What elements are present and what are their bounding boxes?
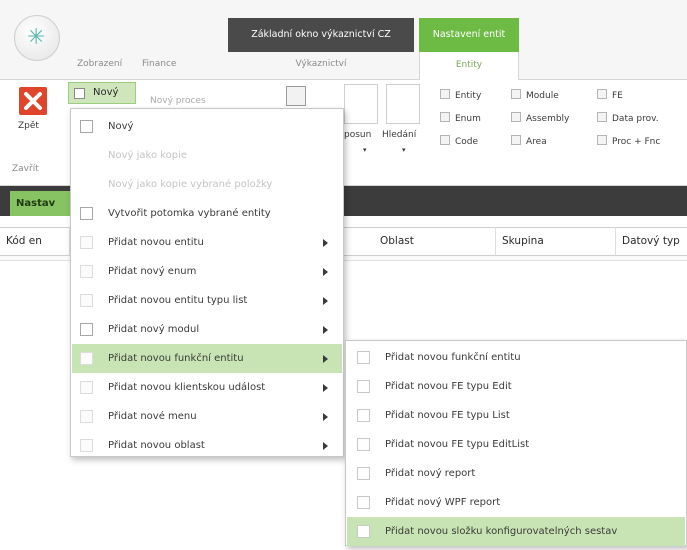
menu-item-pridat-funkcni-entitu[interactable]: Přidat novou funkční entitu — [72, 344, 342, 373]
submenu-arrow-icon — [323, 442, 328, 450]
menu-item-pridat-klientskou-udalost[interactable]: Přidat novou klientskou událost — [72, 373, 342, 402]
posun-dropdown-icon[interactable]: ▾ — [363, 146, 367, 154]
menu-item-pridat-entitu-list[interactable]: Přidat novou entitu typu list — [72, 286, 342, 315]
filter-checkbox-code[interactable]: Code — [440, 135, 478, 149]
new-split-button[interactable]: Nový — [68, 82, 136, 104]
settings-tab-group-title: Nastavení entit — [419, 18, 519, 52]
fe-edit-icon — [357, 380, 370, 393]
document-tab-nastaveni[interactable]: Nastav — [10, 191, 70, 216]
hledani-label: Hledání — [382, 130, 417, 140]
close-icon[interactable] — [18, 86, 48, 116]
submenu-arrow-icon — [323, 355, 328, 363]
filter-checkbox-fe[interactable]: FE — [597, 89, 623, 103]
submenu-arrow-icon — [323, 384, 328, 392]
menu-item-pridat-enum[interactable]: Přidat nový enum — [72, 257, 342, 286]
submenu-item-wpf-report[interactable]: Přidat nový WPF report — [347, 488, 685, 517]
submenu-item-fe-editlist[interactable]: Přidat novou FE typu EditList — [347, 430, 685, 459]
child-entity-icon — [80, 207, 93, 220]
menu-item-pridat-oblast[interactable]: Přidat novou oblast — [72, 431, 342, 460]
menu-item-pridat-entitu[interactable]: Přidat novou entitu — [72, 228, 342, 257]
filter-checkbox-area[interactable]: Area — [511, 135, 547, 149]
function-entity-icon — [80, 352, 93, 365]
submenu-arrow-icon — [323, 239, 328, 247]
new-document-icon — [80, 120, 93, 133]
enum-icon — [80, 265, 93, 278]
submenu-arrow-icon — [323, 326, 328, 334]
submenu-item-fe-list[interactable]: Přidat novou FE typu List — [347, 401, 685, 430]
area-icon — [80, 439, 93, 452]
filter-checkbox-assembly[interactable]: Assembly — [511, 112, 569, 126]
column-header-kod[interactable]: Kód en — [0, 227, 70, 256]
menu-item-novy[interactable]: Nový — [72, 112, 342, 141]
filter-checkbox-data-prov[interactable]: Data prov. — [597, 112, 659, 126]
new-dropdown-menu: Nový Nový jako kopie Nový jako kopie vyb… — [70, 108, 344, 457]
checkbox-icon — [440, 89, 450, 99]
function-entity-submenu: Přidat novou funkční entitu Přidat novou… — [345, 340, 687, 546]
column-header-oblast[interactable]: Oblast — [374, 227, 496, 256]
tab-entity[interactable]: Entity — [419, 52, 519, 81]
function-entity-icon — [357, 351, 370, 364]
entity-icon — [80, 236, 93, 249]
tab-vykaznictvi[interactable]: Výkaznictví — [228, 52, 414, 76]
checkbox-icon — [597, 112, 607, 122]
list-entity-icon — [80, 294, 93, 307]
filter-checkbox-proc-fnc[interactable]: Proc + Fnc — [597, 135, 660, 149]
submenu-item-fe-edit[interactable]: Přidat novou FE typu Edit — [347, 372, 685, 401]
wpf-report-icon — [357, 496, 370, 509]
close-button-label[interactable]: Zpět — [18, 121, 39, 131]
menu-item-novy-jako-kopie-vybrane: Nový jako kopie vybrané položky — [108, 179, 273, 190]
client-event-icon — [80, 381, 93, 394]
column-header-datovy-typ[interactable]: Datový typ — [616, 227, 687, 256]
new-item-icon — [74, 88, 85, 99]
submenu-arrow-icon — [323, 413, 328, 421]
posun-tool-button[interactable] — [344, 84, 378, 124]
menu-item-novy-jako-kopie: Nový jako kopie — [108, 150, 188, 161]
submenu-arrow-icon — [323, 268, 328, 276]
submenu-arrow-icon — [323, 297, 328, 305]
checkbox-icon — [597, 135, 607, 145]
document-icon[interactable] — [286, 86, 306, 106]
checkbox-icon — [597, 89, 607, 99]
posun-label: posun — [344, 130, 372, 140]
obscured-tool-label: Nový proces — [150, 96, 206, 106]
report-icon — [357, 467, 370, 480]
menu-item-pridat-menu[interactable]: Přidat nové menu — [72, 402, 342, 431]
submenu-item-funkcni-entita[interactable]: Přidat novou funkční entitu — [347, 343, 685, 372]
folder-icon — [357, 525, 370, 538]
filter-checkbox-enum[interactable]: Enum — [440, 112, 481, 126]
checkbox-icon — [440, 112, 450, 122]
menu-item-pridat-modul[interactable]: Přidat nový modul — [72, 315, 342, 344]
hledani-tool-button[interactable] — [386, 84, 420, 124]
menu-icon — [80, 410, 93, 423]
app-logo[interactable]: ✳ — [14, 15, 60, 61]
fe-list-icon — [357, 409, 370, 422]
context-tab-group-title: Základní okno výkaznictví CZ — [228, 18, 414, 52]
submenu-item-report[interactable]: Přidat nový report — [347, 459, 685, 488]
checkbox-icon — [511, 89, 521, 99]
menu-item-vytvorit-potomka[interactable]: Vytvořit potomka vybrané entity — [72, 199, 342, 228]
filter-checkbox-module[interactable]: Module — [511, 89, 559, 103]
column-header-skupina[interactable]: Skupina — [496, 227, 616, 256]
filter-checkbox-entity[interactable]: Entity — [440, 89, 481, 103]
checkbox-icon — [511, 112, 521, 122]
close-group-label: Zavřít — [12, 164, 39, 174]
app-logo-icon: ✳ — [27, 25, 46, 50]
submenu-item-slozka-sestav[interactable]: Přidat novou složku konfigurovatelných s… — [347, 517, 685, 546]
hledani-dropdown-icon[interactable]: ▾ — [402, 146, 406, 154]
module-icon — [80, 323, 93, 336]
fe-editlist-icon — [357, 438, 370, 451]
checkbox-icon — [440, 135, 450, 145]
tab-finance[interactable]: Finance — [142, 59, 176, 75]
checkbox-icon — [511, 135, 521, 145]
tab-zobrazeni[interactable]: Zobrazení — [77, 59, 122, 75]
